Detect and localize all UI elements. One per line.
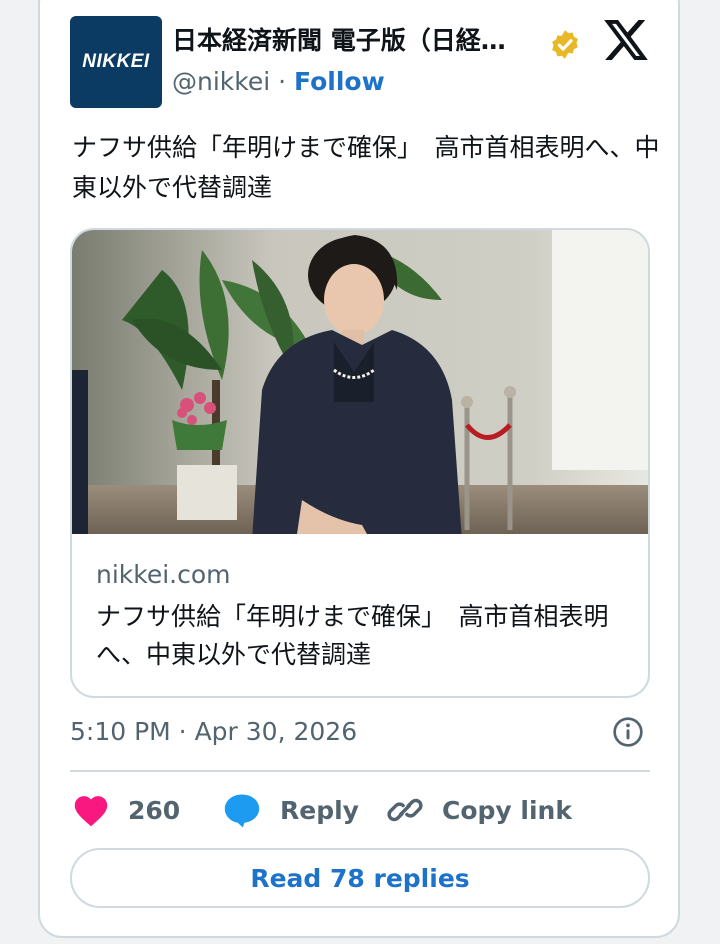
follow-button[interactable]: Follow — [294, 67, 385, 96]
copy-link-label: Copy link — [442, 795, 572, 825]
reply-bubble-icon — [224, 794, 260, 828]
tweet-text: ナフサ供給「年明けまで確保」 高市首相表明へ、中東以外で代替調達 — [72, 133, 660, 202]
x-logo-icon[interactable] — [604, 20, 648, 60]
divider — [70, 770, 650, 772]
link-preview-card[interactable]: nikkei.com ナフサ供給「年明けまで確保」 高市首相表明へ、中東以外で代… — [70, 228, 650, 698]
timestamp[interactable]: 5:10 PM · Apr 30, 2026 — [70, 714, 357, 750]
reply-label: Reply — [280, 795, 359, 825]
avatar[interactable]: NIKKEI — [70, 16, 162, 108]
author-name[interactable]: 日本経済新聞 電子版（日経… — [172, 22, 542, 60]
author-handle[interactable]: @nikkei — [172, 67, 270, 96]
verified-badge-icon — [552, 30, 578, 59]
copy-link-button[interactable]: Copy link — [386, 788, 572, 832]
like-count: 260 — [128, 795, 181, 825]
article-photo[interactable] — [72, 230, 648, 534]
handle-row: @nikkei · Follow — [172, 64, 385, 100]
link-icon — [387, 798, 423, 822]
reply-button[interactable]: Reply — [222, 788, 359, 832]
like-button[interactable]: 260 — [72, 788, 180, 832]
link-domain: nikkei.com — [96, 560, 231, 589]
link-title: ナフサ供給「年明けまで確保」 高市首相表明へ、中東以外で代替調達 — [96, 602, 609, 669]
info-icon[interactable] — [612, 716, 644, 748]
avatar-logo-text: NIKKEI — [82, 51, 150, 72]
read-replies-button[interactable]: Read 78 replies — [70, 848, 650, 908]
separator-dot: · — [278, 67, 287, 96]
heart-icon — [74, 796, 108, 827]
